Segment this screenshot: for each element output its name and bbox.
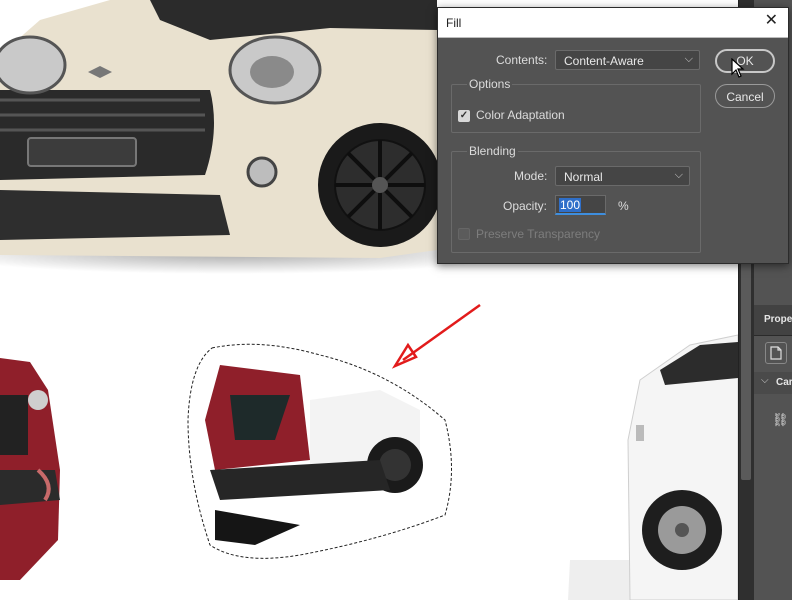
chevron-down-icon[interactable]: ⌵	[761, 375, 769, 386]
options-group-title: Options	[467, 77, 513, 91]
mode-select-value: Normal	[564, 170, 603, 184]
contents-select[interactable]: Content-Aware ⌵	[555, 50, 700, 70]
opacity-label: Opacity:	[503, 199, 548, 213]
contents-select-value: Content-Aware	[564, 54, 644, 68]
fill-dialog: Fill ✕ Contents: Content-Aware ⌵ Options…	[437, 7, 789, 264]
mode-label: Mode:	[514, 169, 548, 183]
cancel-button[interactable]: Cancel	[715, 84, 775, 108]
red-arrow-annotation	[391, 303, 481, 369]
ok-button[interactable]: OK	[715, 49, 775, 73]
mouse-cursor-icon	[731, 58, 745, 78]
opacity-input[interactable]: 100	[555, 195, 606, 215]
dialog-title: Fill	[446, 16, 462, 30]
contents-label: Contents:	[496, 53, 548, 67]
opacity-input-value: 100	[559, 198, 582, 212]
red-car-left-image	[0, 358, 60, 580]
close-icon[interactable]: ✕	[765, 13, 778, 29]
chevron-down-icon: ⌵	[674, 169, 683, 181]
selected-car-fragment	[187, 343, 452, 559]
link-icon[interactable]: ⛓	[772, 412, 789, 428]
preserve-transparency-label: Preserve Transparency	[476, 227, 601, 241]
document-icon-glyph	[770, 346, 782, 360]
properties-panel-title: Prope	[764, 314, 792, 325]
preserve-transparency-checkbox[interactable]	[458, 228, 470, 240]
blending-group-title: Blending	[467, 144, 518, 158]
opacity-unit: %	[618, 199, 629, 213]
document-icon[interactable]	[765, 342, 787, 364]
checkmark-icon: ✓	[459, 110, 469, 121]
dialog-titlebar[interactable]: Fill ✕	[438, 8, 788, 38]
white-suv-image	[568, 334, 739, 601]
mode-select[interactable]: Normal ⌵	[555, 166, 690, 186]
color-adaptation-label: Color Adaptation	[476, 108, 565, 122]
chevron-down-icon: ⌵	[684, 53, 693, 65]
canvas-section-label: Car	[776, 377, 792, 388]
color-adaptation-checkbox[interactable]: ✓	[458, 110, 470, 122]
